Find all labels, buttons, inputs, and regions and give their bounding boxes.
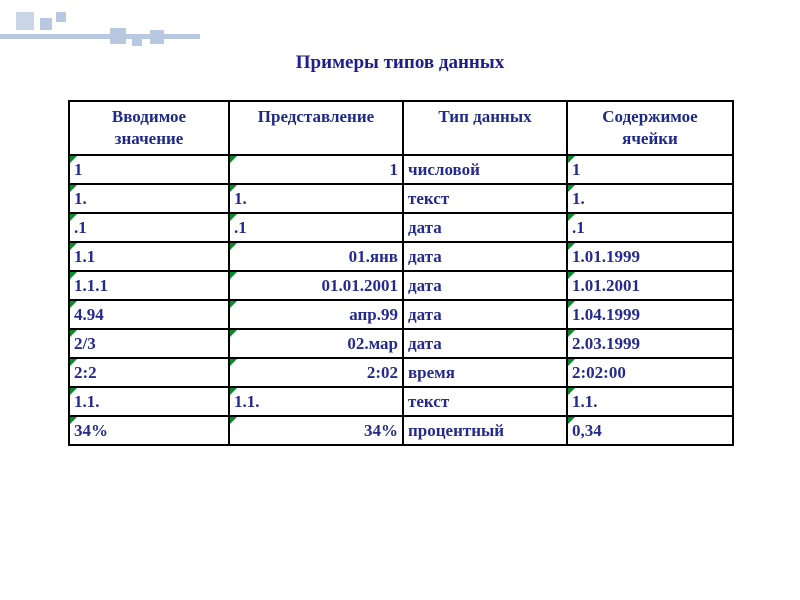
cell-input: 1.1.1 [69, 271, 229, 300]
table-row: 1.1.101.01.2001дата1.01.2001 [69, 271, 733, 300]
cell-representation: 1. [229, 184, 403, 213]
cell-content: 1.01.2001 [567, 271, 733, 300]
cell-type: текст [403, 387, 567, 416]
cell-type: текст [403, 184, 567, 213]
cell-input: 1.1 [69, 242, 229, 271]
cell-type: числовой [403, 155, 567, 184]
cell-content: 2.03.1999 [567, 329, 733, 358]
cell-representation: 1.1. [229, 387, 403, 416]
cell-content: 1 [567, 155, 733, 184]
table-row: 4.94апр.99дата1.04.1999 [69, 300, 733, 329]
header-representation: Представление [229, 101, 403, 155]
table-row: 2:22:02время2:02:00 [69, 358, 733, 387]
cell-type: дата [403, 242, 567, 271]
table-row: 1.1.текст1. [69, 184, 733, 213]
cell-content: 1.1. [567, 387, 733, 416]
cell-representation: 34% [229, 416, 403, 445]
cell-representation: апр.99 [229, 300, 403, 329]
table-row: 34%34%процентный0,34 [69, 416, 733, 445]
slide-decoration [0, 12, 210, 52]
cell-content: 1. [567, 184, 733, 213]
data-types-table: Вводимое значение Представление Тип данн… [68, 100, 732, 446]
cell-content: 0,34 [567, 416, 733, 445]
cell-type: дата [403, 329, 567, 358]
cell-type: дата [403, 271, 567, 300]
cell-input: 1 [69, 155, 229, 184]
cell-type: процентный [403, 416, 567, 445]
table-row: 11числовой1 [69, 155, 733, 184]
table-row: .1.1дата.1 [69, 213, 733, 242]
header-input: Вводимое значение [69, 101, 229, 155]
cell-type: дата [403, 300, 567, 329]
cell-type: время [403, 358, 567, 387]
cell-input: 1.1. [69, 387, 229, 416]
cell-content: .1 [567, 213, 733, 242]
cell-representation: 02.мар [229, 329, 403, 358]
table-row: 2/302.мардата2.03.1999 [69, 329, 733, 358]
cell-content: 1.04.1999 [567, 300, 733, 329]
cell-representation: 2:02 [229, 358, 403, 387]
cell-representation: .1 [229, 213, 403, 242]
cell-type: дата [403, 213, 567, 242]
cell-content: 1.01.1999 [567, 242, 733, 271]
cell-input: 2/3 [69, 329, 229, 358]
header-content: Содержимое ячейки [567, 101, 733, 155]
cell-representation: 01.янв [229, 242, 403, 271]
cell-input: 2:2 [69, 358, 229, 387]
cell-input: 4.94 [69, 300, 229, 329]
cell-content: 2:02:00 [567, 358, 733, 387]
cell-input: 1. [69, 184, 229, 213]
table-row: 1.101.янвдата1.01.1999 [69, 242, 733, 271]
cell-representation: 01.01.2001 [229, 271, 403, 300]
cell-input: .1 [69, 213, 229, 242]
table-row: 1.1.1.1.текст1.1. [69, 387, 733, 416]
cell-representation: 1 [229, 155, 403, 184]
slide-title: Примеры типов данных [0, 52, 800, 74]
header-type: Тип данных [403, 101, 567, 155]
cell-input: 34% [69, 416, 229, 445]
